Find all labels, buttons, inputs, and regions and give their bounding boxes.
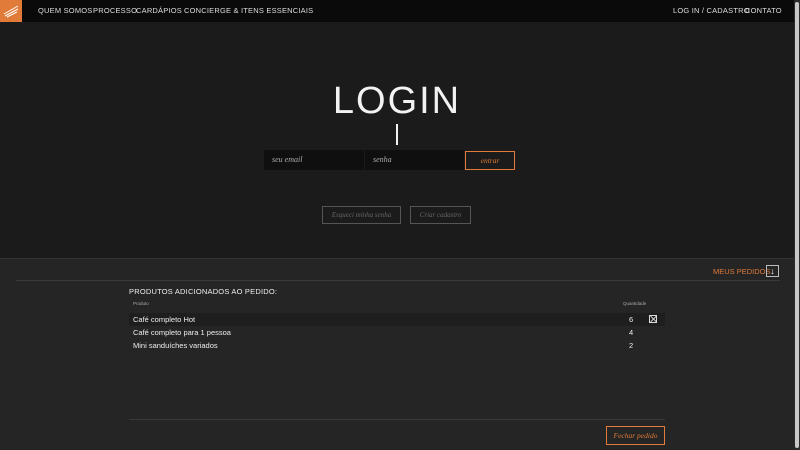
login-title: LOGIN [332, 80, 462, 122]
nav-item-quem-somos[interactable]: QUEM SOMOS [38, 6, 93, 15]
nav-item-cardapios[interactable]: CARDÁPIOS [136, 6, 182, 15]
scrollbar-thumb[interactable] [795, 2, 799, 448]
column-header-quantity: Quantidade [623, 301, 647, 306]
product-name: Café completo para 1 pessoa [133, 328, 231, 337]
column-header-product: Produto [133, 301, 149, 306]
product-quantity: 2 [629, 341, 634, 350]
table-row: Café completo Hot 6 [129, 313, 665, 326]
table-row: Mini sanduíches variados 2 [129, 339, 665, 352]
orders-panel: MEUS PEDIDOS ↓ PRODUTOS ADICIONADOS AO P… [0, 258, 794, 450]
product-quantity: 6 [629, 315, 634, 324]
brand-logo-icon[interactable] [0, 0, 22, 22]
title-divider [396, 124, 398, 145]
forgot-password-button[interactable]: Esqueci minha senha [322, 206, 401, 224]
product-name: Mini sanduíches variados [133, 341, 218, 350]
nav-item-contato[interactable]: CONTATO [745, 6, 782, 15]
nav-item-concierge[interactable]: CONCIERGE & ITENS ESSENCIAIS [184, 6, 313, 15]
remove-icon[interactable] [649, 315, 657, 323]
register-button[interactable]: Criar cadastro [410, 206, 471, 224]
product-quantity: 4 [629, 328, 634, 337]
email-field[interactable]: seu email [264, 150, 364, 170]
top-nav: QUEM SOMOS PROCESSO CARDÁPIOS CONCIERGE … [0, 0, 794, 22]
close-order-button[interactable]: Fechar pedido [606, 426, 665, 445]
login-section: LOGIN seu email senha entrar Esqueci min… [0, 22, 794, 258]
table-row: Café completo para 1 pessoa 4 [129, 326, 665, 339]
divider [16, 280, 780, 281]
arrow-down-icon[interactable]: ↓ [766, 265, 779, 277]
nav-item-login-cadastro[interactable]: LOG IN / CADASTRO [673, 6, 750, 15]
password-field[interactable]: senha [365, 150, 464, 170]
orders-heading: PRODUTOS ADICIONADOS AO PEDIDO: [129, 287, 278, 296]
divider [129, 419, 665, 420]
nav-item-processo[interactable]: PROCESSO [93, 6, 137, 15]
my-orders-toggle[interactable]: MEUS PEDIDOS [713, 267, 771, 276]
product-name: Café completo Hot [133, 315, 196, 324]
enter-button[interactable]: entrar [465, 151, 515, 170]
